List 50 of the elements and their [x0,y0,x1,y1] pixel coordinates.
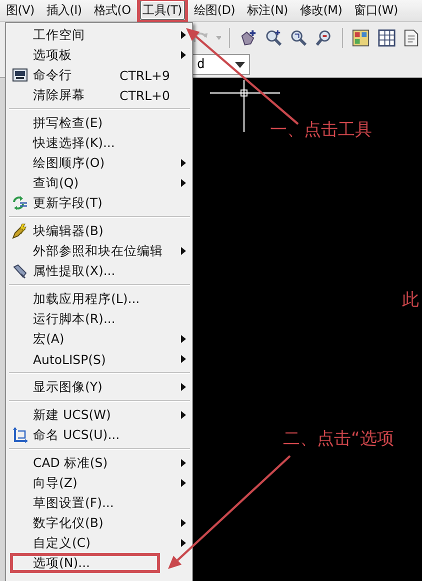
menu-item[interactable]: 绘图顺序(O) [6,153,192,173]
menu-item[interactable]: 查询(Q) [6,173,192,193]
shortcut-text: CTRL+9 [120,68,170,82]
palette-icon[interactable] [351,28,371,48]
table-icon[interactable] [376,28,396,48]
menu-title[interactable]: 窗口(W) [348,0,404,23]
zoom-icon[interactable] [289,28,309,48]
menu-item[interactable]: 命令行 CTRL+9 [6,65,192,85]
menu-item[interactable]: 外部参照和块在位编辑 [6,241,192,261]
menu-item[interactable]: AutoLISP(S) [6,349,192,369]
annotation-text: 二、点击“选项 [283,429,394,449]
menu-item[interactable]: 草图设置(F)... [6,493,192,513]
menu-item[interactable]: 清除屏幕 CTRL+0 [6,85,192,105]
zoom-icon[interactable] [264,28,284,48]
menu-title[interactable]: 修改(M) [294,0,348,23]
menu-item[interactable]: 快速选择(K)... [6,133,192,153]
shortcut-text: CTRL+0 [120,88,170,102]
menu-item[interactable]: 命名 UCS(U)... [6,425,192,445]
pen-tool-icon [12,263,28,279]
menu-title[interactable]: 绘图(D) [188,0,242,23]
menu-item[interactable]: 自定义(C) [6,533,192,553]
caret-icon [235,62,245,68]
annotation-text: 此 [402,290,419,310]
menu-item[interactable]: 新建 UCS(W) [6,405,192,425]
annotation-text: 一、点击工具 [270,120,372,140]
refresh-icon [12,195,28,211]
menu-item[interactable]: CAD 标准(S) [6,453,192,473]
menu-item[interactable]: 更新字段(T) [6,193,192,213]
menu-item[interactable]: 运行脚本(R)... [6,309,192,329]
menu-item[interactable]: 显示图像(Y) [6,377,192,397]
lightning-pencil-icon [12,223,28,239]
axes-icon [12,427,28,443]
menu-item[interactable]: 块编辑器(B) [6,221,192,241]
menu-item[interactable]: 属性提取(X)... [6,261,192,281]
menu-title[interactable]: 工具(T) [136,0,188,23]
menu-item[interactable]: 拼写检查(E) [6,113,192,133]
crosshair-cursor [210,80,280,132]
menu-item[interactable]: 选项板 [6,45,192,65]
menu-title[interactable]: 图(V) [0,0,40,23]
menu-item[interactable]: 数字化仪(B) [6,513,192,533]
menu-title[interactable]: 格式(O [88,0,137,23]
menu-item[interactable]: 宏(A) [6,329,192,349]
menu-item[interactable]: 工作空间 [6,25,192,45]
menu-item[interactable]: 加载应用程序(L)... [6,289,192,309]
dropdown-field[interactable]: d [192,54,250,75]
menu-title[interactable]: 标注(N) [241,0,294,23]
menu-item[interactable]: 选项(N)... [6,553,192,573]
menu-title[interactable]: 插入(I) [40,0,88,23]
menu-item[interactable]: 向导(Z) [6,473,192,493]
console-icon [12,67,28,83]
